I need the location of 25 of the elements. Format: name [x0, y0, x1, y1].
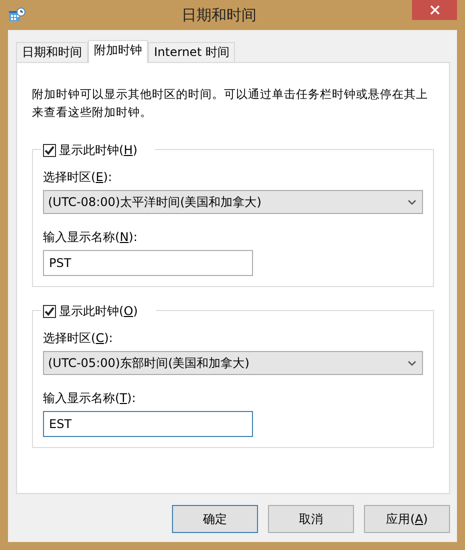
field-label: 选择时区(E): — [43, 169, 114, 186]
field-label: 输入显示名称(T): — [43, 390, 137, 407]
close-button[interactable] — [412, 0, 457, 20]
chevron-down-icon — [408, 200, 416, 206]
close-icon — [430, 5, 440, 15]
description-text: 附加时钟可以显示其他时区的时间。可以通过单击任务栏时钟或悬停在其上来查看这些附加时钟。 — [32, 86, 429, 121]
window-title: 日期和时间 — [180, 4, 258, 26]
checkbox[interactable] — [43, 144, 56, 156]
checkbox-label: 显示此时钟(O) — [59, 303, 138, 320]
name-input[interactable]: PST — [43, 250, 253, 276]
tab[interactable]: 附加时钟 — [88, 40, 148, 63]
chevron-down-icon — [408, 361, 416, 366]
name-input[interactable]: EST — [43, 411, 253, 437]
calendar-clock-icon — [8, 7, 26, 23]
dialog-button[interactable]: 取消 — [268, 505, 354, 533]
dialog-button[interactable]: 应用(A) — [364, 505, 450, 533]
timezone-dropdown[interactable]: (UTC-08:00)太平洋时间(美国和加拿大) — [43, 190, 423, 214]
field-label: 输入显示名称(N): — [43, 229, 138, 246]
dialog-button[interactable]: 确定 — [172, 505, 258, 533]
tab[interactable]: 日期和时间 — [16, 42, 88, 62]
checkbox-label: 显示此时钟(H) — [59, 142, 138, 159]
field-label: 选择时区(C): — [43, 330, 114, 347]
timezone-dropdown[interactable]: (UTC-05:00)东部时间(美国和加拿大) — [43, 351, 423, 375]
checkbox[interactable] — [43, 304, 56, 318]
tab[interactable]: Internet 时间 — [148, 42, 236, 62]
